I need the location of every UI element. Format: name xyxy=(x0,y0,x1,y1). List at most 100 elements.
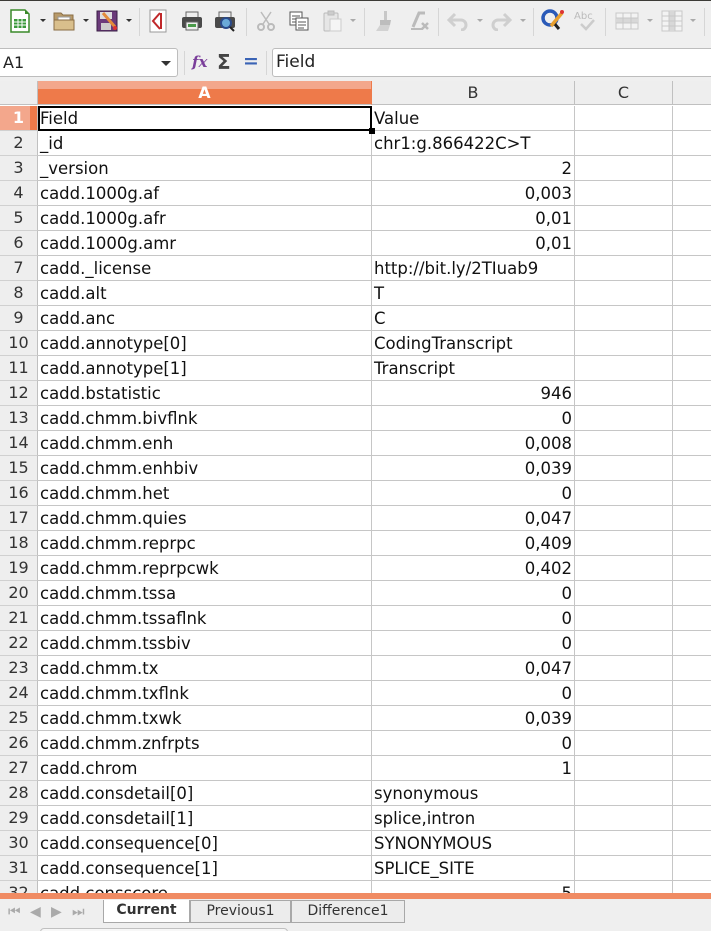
cell-empty[interactable] xyxy=(575,506,673,531)
cell-empty[interactable] xyxy=(575,456,673,481)
cell-empty[interactable] xyxy=(575,831,673,856)
cell-empty[interactable] xyxy=(575,106,673,131)
row-header[interactable]: 9 xyxy=(0,306,38,331)
row-header[interactable]: 12 xyxy=(0,381,38,406)
cell-empty[interactable] xyxy=(575,756,673,781)
cell-field[interactable]: cadd.chmm.txflnk xyxy=(38,681,372,706)
cell-value[interactable]: splice,intron xyxy=(372,806,575,831)
cell-empty[interactable] xyxy=(575,231,673,256)
last-sheet-icon[interactable]: ⏭ xyxy=(72,904,85,920)
cell-value[interactable]: 0 xyxy=(372,731,575,756)
row-header[interactable]: 1 xyxy=(0,106,38,131)
cell-empty[interactable] xyxy=(673,331,711,356)
row-header[interactable]: 21 xyxy=(0,606,38,631)
next-sheet-icon[interactable]: ▶ xyxy=(51,904,62,920)
row-header[interactable]: 22 xyxy=(0,631,38,656)
column-header-c[interactable]: C xyxy=(575,81,673,105)
cell-empty[interactable] xyxy=(673,556,711,581)
row-header[interactable]: 28 xyxy=(0,781,38,806)
cell-field[interactable]: cadd.chmm.enh xyxy=(38,431,372,456)
cell-field[interactable]: cadd._license xyxy=(38,256,372,281)
sheet-tab-previous1[interactable]: Previous1 xyxy=(190,900,291,923)
row-header[interactable]: 17 xyxy=(0,506,38,531)
clear-formatting-button[interactable] xyxy=(405,7,433,35)
cell-empty[interactable] xyxy=(673,531,711,556)
cell-empty[interactable] xyxy=(575,531,673,556)
cell-value[interactable]: 0,008 xyxy=(372,431,575,456)
cell-value[interactable]: SYNONYMOUS xyxy=(372,831,575,856)
cell-value[interactable]: Value xyxy=(372,106,575,131)
cell-empty[interactable] xyxy=(673,656,711,681)
row-header[interactable]: 15 xyxy=(0,456,38,481)
name-box[interactable]: A1 xyxy=(0,48,178,77)
cell-empty[interactable] xyxy=(575,656,673,681)
cell-empty[interactable] xyxy=(673,306,711,331)
save-button[interactable] xyxy=(93,7,121,35)
cell-value[interactable]: 0,047 xyxy=(372,506,575,531)
cell-empty[interactable] xyxy=(673,881,711,893)
cell-empty[interactable] xyxy=(575,181,673,206)
cell-field[interactable]: _id xyxy=(38,131,372,156)
cell-value[interactable]: 0,039 xyxy=(372,706,575,731)
cell-value[interactable]: synonymous xyxy=(372,781,575,806)
cell-value[interactable]: 0 xyxy=(372,631,575,656)
cell-empty[interactable] xyxy=(575,681,673,706)
cell-value[interactable]: 0,402 xyxy=(372,556,575,581)
fill-handle[interactable] xyxy=(369,128,375,134)
cell-empty[interactable] xyxy=(575,431,673,456)
column-button[interactable] xyxy=(658,7,686,35)
cell-empty[interactable] xyxy=(673,781,711,806)
row-header[interactable]: 32 xyxy=(0,881,38,893)
name-box-dropdown-icon[interactable] xyxy=(161,61,171,66)
cell-empty[interactable] xyxy=(673,456,711,481)
row-header[interactable]: 24 xyxy=(0,681,38,706)
cell-field[interactable]: cadd.chmm.enhbiv xyxy=(38,456,372,481)
cell-empty[interactable] xyxy=(575,631,673,656)
cell-empty[interactable] xyxy=(575,706,673,731)
paste-dropdown-arrow[interactable] xyxy=(350,19,356,22)
cell-empty[interactable] xyxy=(575,206,673,231)
cell-empty[interactable] xyxy=(673,506,711,531)
column-dropdown-arrow[interactable] xyxy=(690,19,696,22)
cell-empty[interactable] xyxy=(673,581,711,606)
cell-field[interactable]: cadd.chmm.tssbiv xyxy=(38,631,372,656)
cell-field[interactable]: Field xyxy=(38,106,372,131)
cell-empty[interactable] xyxy=(673,856,711,881)
cell-value[interactable]: 0 xyxy=(372,606,575,631)
row-header[interactable]: 25 xyxy=(0,706,38,731)
find-replace-button[interactable] xyxy=(539,7,567,35)
cell-empty[interactable] xyxy=(673,381,711,406)
cell-value[interactable]: 0 xyxy=(372,406,575,431)
cell-value[interactable]: T xyxy=(372,281,575,306)
cell-empty[interactable] xyxy=(673,181,711,206)
cell-empty[interactable] xyxy=(673,356,711,381)
undo-button[interactable] xyxy=(444,7,472,35)
cell-value[interactable]: 0 xyxy=(372,481,575,506)
cell-field[interactable]: cadd.consscore xyxy=(38,881,372,893)
row-header[interactable]: 14 xyxy=(0,431,38,456)
cell-empty[interactable] xyxy=(673,731,711,756)
cell-empty[interactable] xyxy=(575,256,673,281)
cell-value[interactable]: 946 xyxy=(372,381,575,406)
cell-empty[interactable] xyxy=(575,806,673,831)
cell-empty[interactable] xyxy=(673,131,711,156)
cell-empty[interactable] xyxy=(673,806,711,831)
cell-value[interactable]: C xyxy=(372,306,575,331)
cell-value[interactable]: 0 xyxy=(372,581,575,606)
cell-field[interactable]: cadd.chmm.het xyxy=(38,481,372,506)
cell-field[interactable]: cadd.1000g.amr xyxy=(38,231,372,256)
print-preview-button[interactable] xyxy=(211,7,239,35)
function-wizard-icon[interactable]: fx xyxy=(192,53,207,71)
formula-input[interactable]: Field xyxy=(272,48,711,77)
cell-empty[interactable] xyxy=(575,406,673,431)
cell-empty[interactable] xyxy=(673,681,711,706)
row-dropdown-arrow[interactable] xyxy=(647,19,653,22)
cell-field[interactable]: _version xyxy=(38,156,372,181)
open-dropdown-arrow[interactable] xyxy=(83,19,89,22)
select-all-corner[interactable] xyxy=(0,81,38,105)
cell-field[interactable]: cadd.annotype[1] xyxy=(38,356,372,381)
cell-value[interactable]: chr1:g.866422C>T xyxy=(372,131,575,156)
cell-field[interactable]: cadd.chmm.reprpcwk xyxy=(38,556,372,581)
cut-button[interactable] xyxy=(252,7,280,35)
copy-button[interactable] xyxy=(285,7,313,35)
